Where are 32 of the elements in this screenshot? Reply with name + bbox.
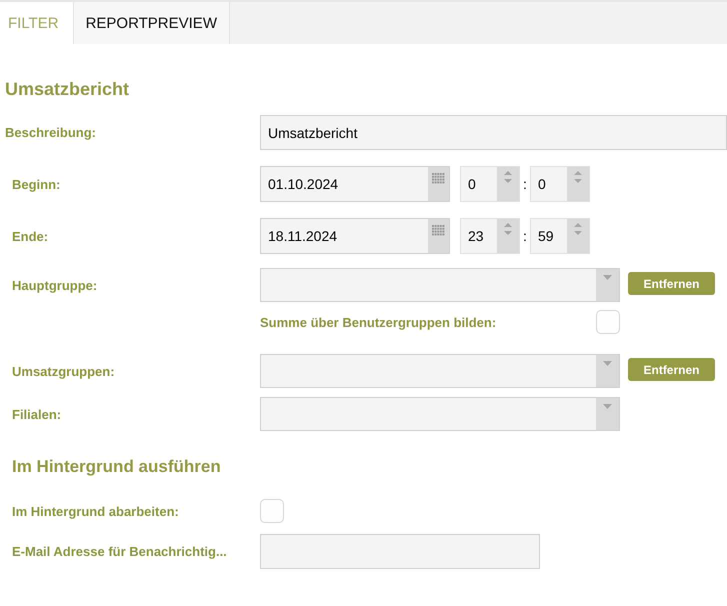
spinner-arrows-icon	[574, 222, 582, 236]
field-label: Filialen:	[11, 406, 62, 422]
spinner-arrows-icon	[574, 170, 582, 184]
checkbox-label: Summe über Benutzergruppen bilden:	[260, 314, 498, 330]
dropdown-field[interactable]	[260, 268, 620, 302]
spinner-arrows-icon	[504, 170, 512, 184]
field-label: E-Mail Adresse für Benachrichtig...	[11, 544, 228, 559]
field-label: Beginn:	[11, 176, 62, 192]
minute-spinner[interactable]: 59	[530, 218, 590, 254]
dropdown-arrow-icon	[603, 275, 612, 280]
checkbox[interactable]	[596, 310, 620, 334]
dropdown-field[interactable]	[260, 397, 620, 431]
hour-spinner[interactable]: 0	[460, 166, 520, 202]
field-label: Ende:	[11, 228, 50, 244]
time-separator: :	[522, 228, 528, 244]
checkbox-label: Im Hintergrund abarbeiten:	[11, 504, 180, 518]
checkbox[interactable]	[260, 499, 284, 523]
section-heading: Umsatzbericht	[5, 79, 130, 101]
spinner-arrows-icon	[504, 222, 512, 236]
dropdown-arrow-icon	[603, 404, 612, 409]
email-field[interactable]	[260, 534, 540, 569]
section-heading: Im Hintergrund ausführen	[12, 457, 222, 478]
field-label: Beschreibung:	[4, 125, 98, 140]
description-field[interactable]: Umsatzbericht	[260, 115, 727, 150]
tab[interactable]: REPORTPREVIEW	[74, 2, 230, 44]
minute-spinner[interactable]: 0	[530, 166, 590, 202]
dropdown-arrow-icon	[603, 361, 612, 366]
field-label: Umsatzgruppen:	[11, 364, 116, 378]
dropdown-field[interactable]	[260, 354, 620, 388]
hour-spinner[interactable]: 23	[460, 218, 520, 254]
time-separator: :	[522, 176, 528, 192]
field-label: Hauptgruppe:	[11, 278, 98, 292]
